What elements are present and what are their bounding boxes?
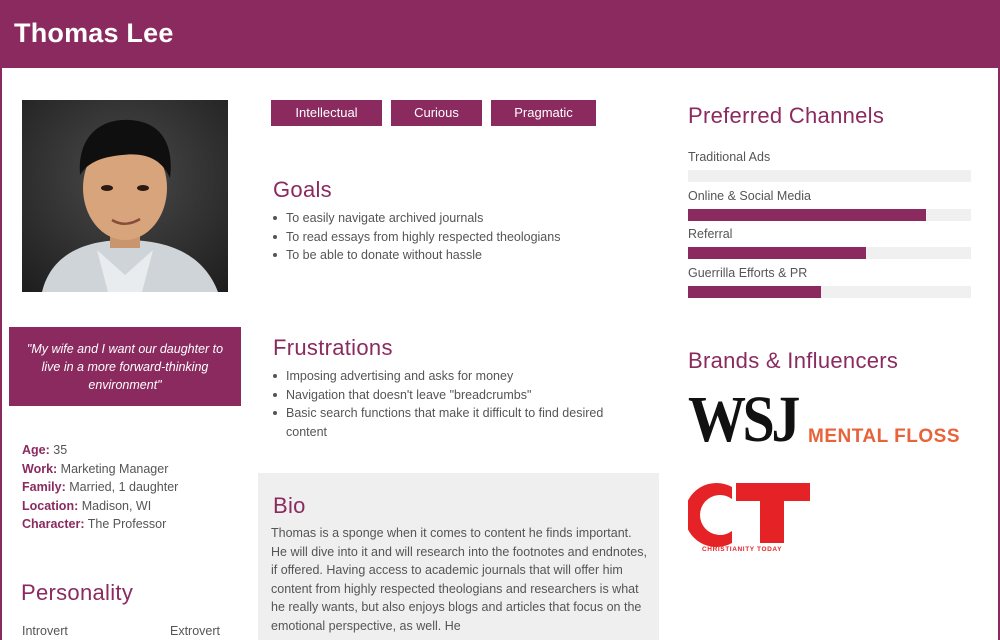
frustration-item: Navigation that doesn't leave "breadcrum… bbox=[272, 386, 632, 405]
christianity-today-logo: CHRISTIANITY TODAY bbox=[688, 483, 810, 553]
goals-list: To easily navigate archived journals To … bbox=[272, 209, 632, 265]
bio-title: Bio bbox=[273, 493, 306, 518]
fact-work: Work: Marketing Manager bbox=[22, 461, 169, 476]
channel-bar-track bbox=[688, 247, 971, 259]
tag-pragmatic: Pragmatic bbox=[491, 100, 596, 126]
goal-item: To read essays from highly respected the… bbox=[272, 228, 632, 247]
goal-item: To be able to donate without hassle bbox=[272, 246, 632, 265]
persona-portrait-illustration bbox=[22, 100, 228, 292]
channel-online-social: Online & Social Media bbox=[688, 189, 971, 228]
bio-text: Thomas is a sponge when it comes to cont… bbox=[271, 526, 647, 633]
personality-scale-left: Introvert bbox=[22, 624, 68, 638]
channels-list: Traditional Ads Online & Social Media Re… bbox=[688, 150, 971, 304]
goals-title: Goals bbox=[273, 177, 332, 202]
goal-item: To easily navigate archived journals bbox=[272, 209, 632, 228]
channel-referral: Referral bbox=[688, 227, 971, 266]
frustrations-title: Frustrations bbox=[273, 335, 393, 360]
fact-family: Family: Married, 1 daughter bbox=[22, 480, 179, 494]
bio-panel: Bio Thomas is a sponge when it comes to … bbox=[258, 473, 659, 640]
tag-intellectual: Intellectual bbox=[271, 100, 382, 126]
channel-bar-fill bbox=[688, 285, 821, 298]
fact-location: Location: Madison, WI bbox=[22, 498, 152, 513]
ct-logo-subtitle: CHRISTIANITY TODAY bbox=[702, 546, 782, 553]
frustrations-list: Imposing advertising and asks for money … bbox=[272, 367, 632, 441]
frame-border-left bbox=[0, 68, 2, 640]
persona-quote: "My wife and I want our daughter to live… bbox=[9, 327, 241, 406]
channel-label: Traditional Ads bbox=[688, 150, 771, 164]
mental-floss-logo: MENTAL FLOSS bbox=[808, 426, 961, 447]
channel-label: Guerrilla Efforts & PR bbox=[688, 265, 808, 280]
channels-title: Preferred Channels bbox=[688, 103, 885, 128]
channel-bar-fill bbox=[688, 247, 867, 259]
channel-bar-track bbox=[688, 285, 971, 298]
persona-name: Thomas Lee bbox=[14, 18, 174, 48]
frustration-item: Basic search functions that make it diff… bbox=[272, 404, 632, 441]
persona-photo bbox=[22, 100, 228, 292]
tag-curious: Curious bbox=[391, 100, 482, 126]
channel-bar-track bbox=[688, 208, 971, 221]
channel-label: Online & Social Media bbox=[688, 188, 811, 203]
channel-bar-fill bbox=[688, 208, 926, 221]
fact-character: Character: The Professor bbox=[22, 517, 167, 531]
channel-bar-track bbox=[688, 170, 971, 182]
trait-tags: Intellectual Curious Pragmatic bbox=[271, 100, 596, 126]
wsj-logo: WSJ bbox=[688, 383, 800, 456]
persona-facts: Age: 35 Work: Marketing Manager Family: … bbox=[22, 441, 252, 534]
personality-title: Personality bbox=[21, 580, 134, 605]
brands-title: Brands & Influencers bbox=[688, 348, 899, 373]
personality-scale-right: Extrovert bbox=[170, 624, 221, 638]
channel-traditional-ads: Traditional Ads bbox=[688, 150, 971, 189]
channel-guerrilla: Guerrilla Efforts & PR bbox=[688, 266, 971, 305]
header-bar: Thomas Lee bbox=[0, 0, 1000, 68]
channel-label: Referral bbox=[688, 227, 733, 241]
frustration-item: Imposing advertising and asks for money bbox=[272, 367, 632, 386]
fact-age: Age: 35 bbox=[22, 443, 68, 457]
